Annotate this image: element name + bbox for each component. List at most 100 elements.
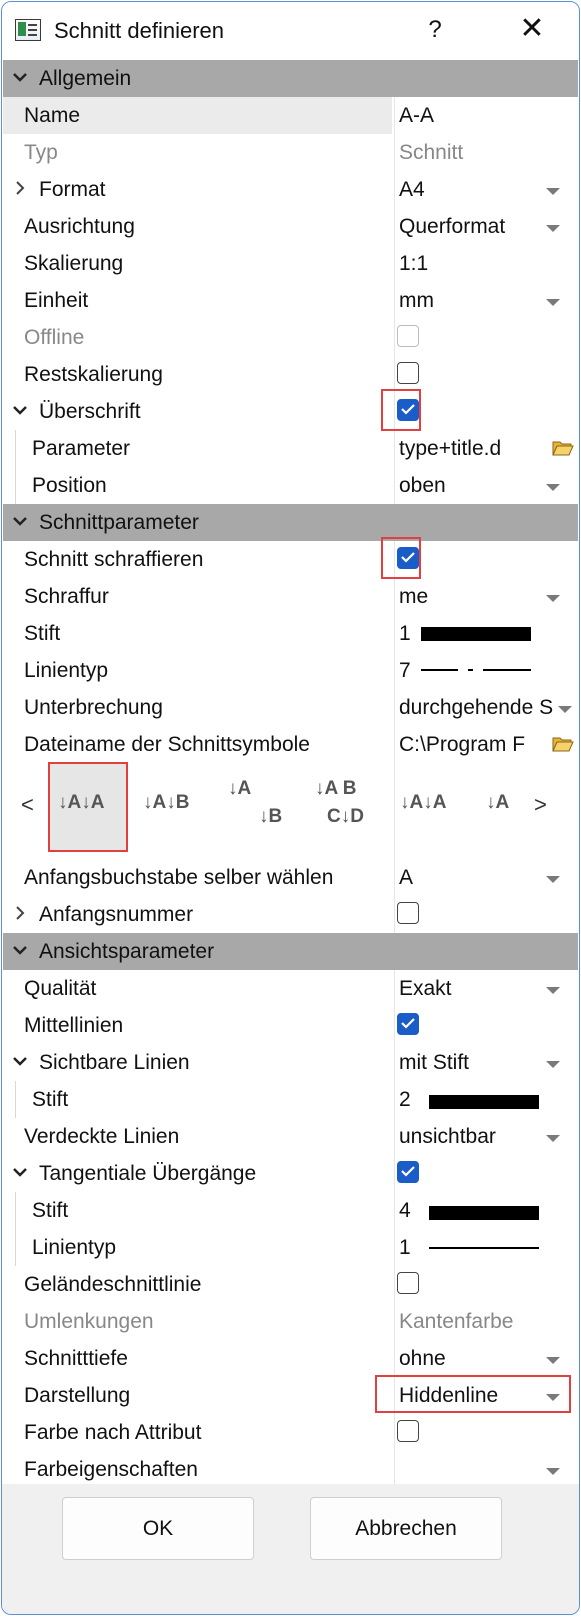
row-schnitttiefe[interactable]: Schnitttiefe ohne	[3, 1340, 578, 1377]
restskalierung-checkbox[interactable]	[397, 362, 419, 384]
row-verdeckte-linien[interactable]: Verdeckte Linien unsichtbar	[3, 1118, 578, 1155]
anfangsbuchstabe-select[interactable]: A	[399, 859, 413, 896]
section-symbol-3b[interactable]: ↓B	[259, 806, 282, 828]
row-schraffur[interactable]: Schraffur me	[3, 578, 578, 615]
row-sichtbare-stift[interactable]: Stift 2	[3, 1081, 578, 1118]
row-sichtbare-linien[interactable]: Sichtbare Linien mit Stift	[3, 1044, 578, 1081]
section-ansichtsparameter[interactable]: Ansichtsparameter	[3, 933, 578, 970]
dropdown-arrow-icon[interactable]	[546, 299, 560, 306]
row-label: Anfangsnummer	[39, 903, 194, 926]
dateiname-value[interactable]: C:\Program F	[399, 726, 525, 763]
row-gelaendeschnittlinie[interactable]: Geländeschnittlinie	[3, 1266, 578, 1303]
row-parameter[interactable]: Parameter type+title.d	[3, 430, 578, 467]
row-darstellung[interactable]: Darstellung Hiddenline	[3, 1375, 578, 1414]
section-allgemein[interactable]: Allgemein	[3, 60, 578, 97]
row-einheit[interactable]: Einheit mm	[3, 282, 578, 319]
row-farbe-nach-attribut[interactable]: Farbe nach Attribut	[3, 1414, 578, 1451]
skalierung-value[interactable]: 1:1	[399, 245, 428, 282]
tangentiale-stift-value[interactable]: 4	[399, 1192, 411, 1229]
cancel-button[interactable]: Abbrechen	[310, 1497, 502, 1560]
row-stift[interactable]: Stift 1	[3, 615, 578, 652]
dropdown-arrow-icon[interactable]	[546, 188, 560, 195]
section-symbol-3a[interactable]: ↓A	[228, 778, 251, 800]
position-select[interactable]: oben	[399, 467, 446, 504]
dropdown-arrow-icon[interactable]	[546, 1135, 560, 1142]
schraffur-select[interactable]: me	[399, 578, 428, 615]
typ-value: Schnitt	[399, 141, 464, 164]
folder-open-icon[interactable]	[552, 440, 574, 456]
section-symbol-4a[interactable]: ↓A B	[315, 778, 357, 800]
tangentiale-linientyp-value[interactable]: 1	[399, 1229, 411, 1266]
row-label: Linientyp	[32, 1236, 117, 1259]
section-schnittparameter[interactable]: Schnittparameter	[3, 504, 578, 541]
dropdown-arrow-icon[interactable]	[546, 484, 560, 491]
gelaendeschnittlinie-checkbox[interactable]	[397, 1272, 419, 1294]
row-linientyp[interactable]: Linientyp 7	[3, 652, 578, 689]
verdeckte-linien-select[interactable]: unsichtbar	[399, 1118, 496, 1155]
row-tangentiale-linientyp[interactable]: Linientyp 1	[3, 1229, 578, 1266]
row-qualitaet[interactable]: Qualität Exakt	[3, 970, 578, 1007]
format-select[interactable]: A4	[399, 171, 425, 208]
anfangsnummer-checkbox[interactable]	[397, 902, 419, 924]
row-ueberschrift[interactable]: Überschrift	[3, 389, 578, 431]
row-label: Darstellung	[24, 1384, 131, 1407]
row-tangentiale[interactable]: Tangentiale Übergänge	[3, 1155, 578, 1192]
name-value[interactable]: A-A	[399, 97, 434, 134]
schnitttiefe-select[interactable]: ohne	[399, 1340, 446, 1377]
parameter-value[interactable]: type+title.d	[399, 430, 501, 467]
symbols-prev-button[interactable]: <	[21, 792, 34, 818]
row-schnitt-schraffieren[interactable]: Schnitt schraffieren	[3, 537, 578, 579]
row-label: Mittellinien	[24, 1014, 124, 1037]
dropdown-arrow-icon[interactable]	[546, 876, 560, 883]
linientyp-value[interactable]: 7	[399, 652, 411, 689]
row-position[interactable]: Position oben	[3, 467, 578, 504]
dropdown-arrow-icon[interactable]	[546, 987, 560, 994]
row-skalierung[interactable]: Skalierung 1:1	[3, 245, 578, 282]
section-symbol-2[interactable]: ↓A↓B	[143, 792, 189, 814]
dropdown-arrow-icon[interactable]	[546, 1357, 560, 1364]
qualitaet-select[interactable]: Exakt	[399, 970, 452, 1007]
row-label: Sichtbare Linien	[39, 1051, 190, 1074]
row-mittellinien[interactable]: Mittellinien	[3, 1007, 578, 1044]
section-symbol-4b[interactable]: C↓D	[327, 806, 364, 828]
row-restskalierung[interactable]: Restskalierung	[3, 356, 578, 393]
dropdown-arrow-icon[interactable]	[546, 1061, 560, 1068]
close-button[interactable]: ✕	[516, 14, 548, 46]
farbe-nach-attribut-checkbox[interactable]	[397, 1420, 419, 1442]
row-anfangsbuchstabe[interactable]: Anfangsbuchstabe selber wählen A	[3, 859, 578, 896]
unterbrechung-select[interactable]: durchgehende S	[399, 689, 553, 726]
sichtbare-stift-value[interactable]: 2	[399, 1081, 411, 1118]
folder-open-icon[interactable]	[552, 736, 574, 752]
dropdown-arrow-icon[interactable]	[546, 595, 560, 602]
help-button[interactable]: ?	[420, 14, 450, 46]
ausrichtung-select[interactable]: Querformat	[399, 208, 505, 245]
einheit-select[interactable]: mm	[399, 282, 434, 319]
section-symbol-5[interactable]: ↓A↓A	[400, 792, 446, 814]
row-ausrichtung[interactable]: Ausrichtung Querformat	[3, 208, 578, 245]
stift-value[interactable]: 1	[399, 615, 411, 652]
sichtbare-linien-select[interactable]: mit Stift	[399, 1044, 469, 1081]
row-label: Farbeigenschaften	[24, 1458, 198, 1481]
ok-button[interactable]: OK	[62, 1497, 254, 1560]
row-label: Schnitt schraffieren	[24, 548, 204, 571]
dropdown-arrow-icon[interactable]	[546, 225, 560, 232]
row-anfangsnummer[interactable]: Anfangsnummer	[3, 896, 578, 933]
row-tangentiale-stift[interactable]: Stift 4	[3, 1192, 578, 1229]
dropdown-arrow-icon[interactable]	[558, 706, 572, 713]
row-label: Format	[39, 178, 106, 201]
mittellinien-checkbox[interactable]	[397, 1013, 419, 1035]
section-symbol-1[interactable]: ↓A↓A	[58, 792, 104, 814]
row-farbeigenschaften[interactable]: Farbeigenschaften	[3, 1451, 578, 1484]
title-bar: Schnitt definieren ? ✕	[2, 2, 579, 60]
row-format[interactable]: Format A4	[3, 171, 578, 208]
dropdown-arrow-icon[interactable]	[546, 1468, 560, 1475]
row-dateiname[interactable]: Dateiname der Schnittsymbole C:\Program …	[3, 726, 578, 763]
row-unterbrechung[interactable]: Unterbrechung durchgehende S	[3, 689, 578, 726]
symbols-next-button[interactable]: >	[534, 792, 547, 818]
highlight-box	[381, 537, 421, 579]
row-label: Einheit	[24, 289, 89, 312]
row-name[interactable]: Name A-A	[3, 97, 578, 134]
tangentiale-checkbox[interactable]	[397, 1161, 419, 1183]
section-symbol-6[interactable]: ↓A	[486, 792, 509, 814]
highlight-box	[375, 1375, 571, 1413]
